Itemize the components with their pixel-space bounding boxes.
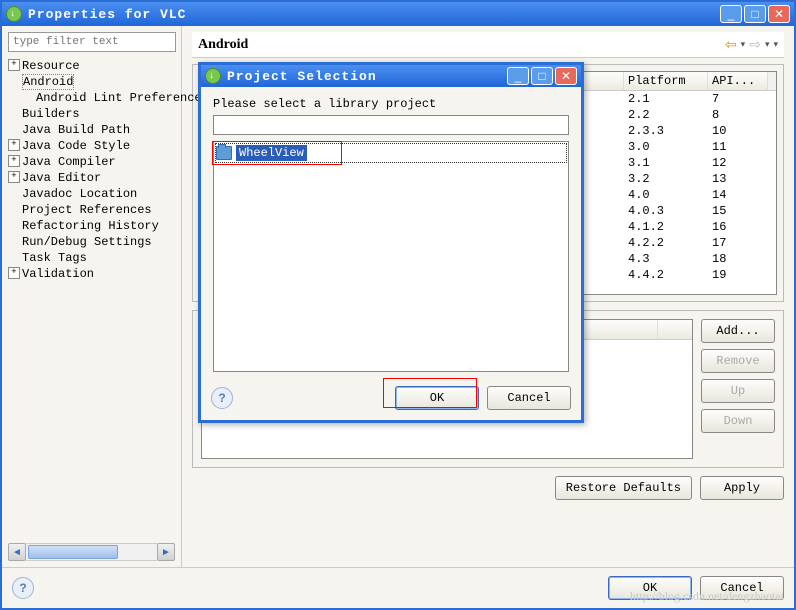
tree-item[interactable]: Run/Debug Settings: [8, 234, 175, 250]
tree-item[interactable]: Project References: [8, 202, 175, 218]
tree-item[interactable]: Refactoring History: [8, 218, 175, 234]
maximize-button[interactable]: □: [744, 5, 766, 23]
menu-dropdown[interactable]: ▾: [773, 39, 778, 50]
ok-button[interactable]: OK: [608, 576, 692, 600]
modal-titlebar[interactable]: Project Selection _ □ ✕: [201, 65, 581, 87]
history-nav: ⇦▾ ⇨▾ ▾: [725, 36, 778, 53]
scroll-track[interactable]: [26, 543, 157, 561]
app-icon: [6, 6, 22, 22]
col-platform[interactable]: Platform: [624, 72, 708, 90]
add-button[interactable]: Add...: [701, 319, 775, 343]
down-button: Down: [701, 409, 775, 433]
dialog-footer: ? OK Cancel: [2, 567, 794, 608]
restore-apply-row: Restore Defaults Apply: [192, 476, 784, 500]
remove-button: Remove: [701, 349, 775, 373]
tree-item[interactable]: Javadoc Location: [8, 186, 175, 202]
minimize-button[interactable]: _: [720, 5, 742, 23]
forward-icon: ⇨: [749, 36, 761, 53]
forward-dropdown[interactable]: ▾: [765, 39, 770, 50]
modal-ok-button[interactable]: OK: [395, 386, 479, 410]
modal-close-button[interactable]: ✕: [555, 67, 577, 85]
horizontal-scrollbar[interactable]: ◄ ►: [8, 543, 175, 561]
modal-app-icon: [205, 68, 221, 84]
scroll-left-arrow[interactable]: ◄: [8, 543, 26, 561]
modal-filter-input[interactable]: [213, 115, 569, 135]
tree-item[interactable]: Validation: [8, 266, 175, 282]
modal-minimize-button[interactable]: _: [507, 67, 529, 85]
content-header: Android ⇦▾ ⇨▾ ▾: [192, 32, 784, 58]
apply-button[interactable]: Apply: [700, 476, 784, 500]
window-title: Properties for VLC: [28, 7, 186, 22]
filter-input[interactable]: [8, 32, 176, 52]
scroll-thumb[interactable]: [28, 545, 118, 559]
up-button: Up: [701, 379, 775, 403]
tree-item[interactable]: Task Tags: [8, 250, 175, 266]
modal-body: Please select a library project WheelVie…: [201, 87, 581, 380]
library-buttons: Add... Remove Up Down: [701, 319, 775, 459]
modal-maximize-button[interactable]: □: [531, 67, 553, 85]
tree-item[interactable]: Android: [8, 74, 175, 90]
modal-cancel-button[interactable]: Cancel: [487, 386, 571, 410]
tree-item[interactable]: Builders: [8, 106, 175, 122]
project-name: WheelView: [236, 145, 307, 161]
back-dropdown[interactable]: ▾: [741, 39, 746, 50]
tree-item[interactable]: Java Editor: [8, 170, 175, 186]
window-controls: _ □ ✕: [720, 5, 790, 23]
tree-item[interactable]: Java Build Path: [8, 122, 175, 138]
nav-tree[interactable]: ResourceAndroidAndroid Lint PreferencesB…: [8, 58, 175, 282]
folder-icon: [216, 146, 232, 160]
modal-project-list[interactable]: WheelView: [213, 141, 569, 372]
modal-title: Project Selection: [227, 69, 377, 84]
tree-item[interactable]: Java Compiler: [8, 154, 175, 170]
tree-item[interactable]: Java Code Style: [8, 138, 175, 154]
sidebar: ResourceAndroidAndroid Lint PreferencesB…: [2, 26, 182, 567]
cancel-button[interactable]: Cancel: [700, 576, 784, 600]
tree-item[interactable]: Android Lint Preferences: [8, 90, 175, 106]
close-button[interactable]: ✕: [768, 5, 790, 23]
back-icon[interactable]: ⇦: [725, 36, 737, 53]
titlebar[interactable]: Properties for VLC _ □ ✕: [2, 2, 794, 26]
modal-instruction: Please select a library project: [213, 97, 569, 111]
help-icon[interactable]: ?: [12, 577, 34, 599]
page-title: Android: [198, 37, 248, 53]
list-item[interactable]: WheelView: [216, 144, 566, 162]
restore-defaults-button[interactable]: Restore Defaults: [555, 476, 692, 500]
col-api[interactable]: API...: [708, 72, 768, 90]
modal-footer: ? OK Cancel: [201, 380, 581, 420]
project-selection-dialog: Project Selection _ □ ✕ Please select a …: [198, 62, 584, 423]
tree-item[interactable]: Resource: [8, 58, 175, 74]
scroll-right-arrow[interactable]: ►: [157, 543, 175, 561]
modal-help-icon[interactable]: ?: [211, 387, 233, 409]
